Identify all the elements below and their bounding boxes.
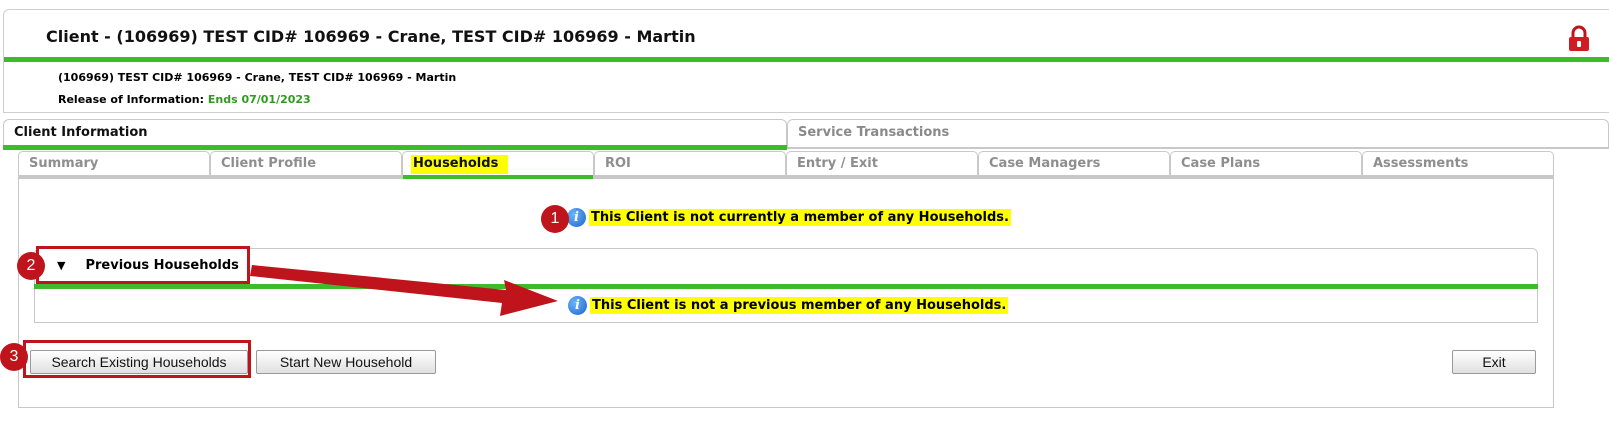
tab-assessments[interactable]: Assessments: [1362, 151, 1554, 179]
client-name-line: (106969) TEST CID# 106969 - Crane, TEST …: [58, 71, 457, 84]
tab-label: Case Managers: [989, 156, 1101, 171]
tab-summary[interactable]: Summary: [18, 151, 210, 179]
tab-label: ROI: [605, 156, 631, 171]
previous-households-label: Previous Households: [85, 257, 239, 273]
start-new-household-button[interactable]: Start New Household: [256, 350, 436, 374]
info-icon: i: [568, 296, 587, 315]
roi-value: Ends 07/01/2023: [207, 93, 311, 106]
tab-label: Households: [411, 155, 509, 174]
tab-client-information[interactable]: Client Information: [3, 119, 787, 147]
tab-entry-exit[interactable]: Entry / Exit: [786, 151, 978, 179]
current-message-text: This Client is not currently a member of…: [589, 209, 1011, 226]
caret-down-icon: ▼: [57, 258, 66, 272]
section-divider: [34, 284, 1538, 289]
tab-divider: [787, 147, 1609, 149]
search-existing-households-button[interactable]: Search Existing Households: [30, 350, 248, 374]
tab-label: Entry / Exit: [797, 156, 878, 171]
tab-label: Case Plans: [1181, 156, 1261, 171]
info-icon: i: [567, 208, 586, 227]
tab-label: Summary: [29, 156, 99, 171]
tab-label: Client Profile: [221, 156, 317, 171]
tab-client-profile[interactable]: Client Profile: [210, 151, 402, 179]
tab-case-managers[interactable]: Case Managers: [978, 151, 1170, 179]
annotation-badge-1: 1: [541, 205, 569, 233]
client-header: Client - (106969) TEST CID# 106969 - Cra…: [3, 9, 1609, 113]
tab-case-plans[interactable]: Case Plans: [1170, 151, 1362, 179]
previous-households-message: i This Client is not a previous member o…: [568, 296, 1009, 315]
tab-label: Assessments: [1373, 156, 1469, 171]
roi-label: Release of Information:: [58, 93, 204, 106]
tab-service-transactions[interactable]: Service Transactions: [787, 119, 1609, 147]
previous-households-toggle[interactable]: ▼ Previous Households: [36, 246, 250, 284]
annotation-badge-2: 2: [17, 252, 45, 280]
previous-message-text: This Client is not a previous member of …: [590, 297, 1009, 314]
roi-line: Release of Information: Ends 07/01/2023: [58, 93, 311, 106]
annotation-badge-3: 3: [0, 343, 28, 371]
exit-button[interactable]: Exit: [1452, 350, 1536, 374]
tab-households[interactable]: Households: [402, 151, 594, 179]
header-divider: [4, 57, 1609, 62]
tab-roi[interactable]: ROI: [594, 151, 786, 179]
active-tab-indicator: [3, 145, 787, 150]
lock-icon[interactable]: [1566, 25, 1592, 53]
page-title: Client - (106969) TEST CID# 106969 - Cra…: [46, 27, 696, 46]
current-households-message: i This Client is not currently a member …: [567, 208, 1011, 227]
